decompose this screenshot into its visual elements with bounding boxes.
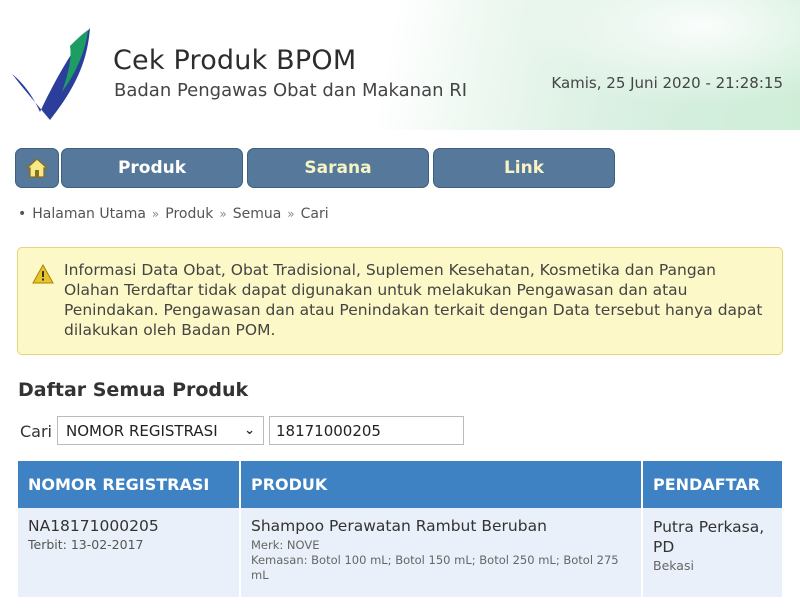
registrant-city: Bekasi <box>653 558 694 573</box>
breadcrumb-produk[interactable]: Produk <box>165 206 213 222</box>
bullet-icon: • <box>18 206 27 222</box>
breadcrumb: • Halaman Utama » Produk » Semua » Cari <box>18 206 329 222</box>
table-cell-registration: NA18171000205 Terbit: 13-02-2017 <box>18 508 241 597</box>
nav-sarana[interactable]: Sarana <box>247 148 429 188</box>
breadcrumb-home[interactable]: Halaman Utama <box>32 206 146 222</box>
chevron-down-icon: ⌄ <box>244 423 255 438</box>
section-title: Daftar Semua Produk <box>18 379 249 401</box>
issue-date: Terbit: 13-02-2017 <box>28 537 144 552</box>
table-cell-product: Shampoo Perawatan Rambut Beruban Merk: N… <box>241 508 643 597</box>
alert-message: Informasi Data Obat, Obat Tradisional, S… <box>64 261 763 339</box>
breadcrumb-separator-icon: » <box>219 207 227 221</box>
nav-link[interactable]: Link <box>433 148 615 188</box>
nav-produk[interactable]: Produk <box>61 148 243 188</box>
search-select-value: NOMOR REGISTRASI <box>66 421 218 440</box>
product-brand: Merk: NOVE <box>251 538 320 552</box>
bpom-logo-icon[interactable] <box>10 22 96 122</box>
home-button[interactable] <box>15 148 59 188</box>
warning-icon <box>32 264 54 284</box>
breadcrumb-separator-icon: » <box>287 207 295 221</box>
breadcrumb-cari: Cari <box>300 206 329 222</box>
breadcrumb-semua[interactable]: Semua <box>233 206 282 222</box>
column-header-nomor-registrasi: NOMOR REGISTRASI <box>18 461 241 508</box>
breadcrumb-separator-icon: » <box>151 207 160 221</box>
column-header-produk: PRODUK <box>241 461 643 508</box>
site-subtitle: Badan Pengawas Obat dan Makanan RI <box>114 80 468 101</box>
site-title: Cek Produk BPOM <box>113 45 357 76</box>
search-label: Cari <box>20 422 52 441</box>
product-table: NOMOR REGISTRASI PRODUK PENDAFTAR NA1817… <box>18 461 782 597</box>
current-datetime: Kamis, 25 Juni 2020 - 21:28:15 <box>551 74 783 92</box>
product-name[interactable]: Shampoo Perawatan Rambut Beruban <box>251 517 631 535</box>
home-icon <box>25 158 49 178</box>
registration-number[interactable]: NA18171000205 <box>28 517 229 535</box>
table-cell-registrant: Putra Perkasa, PD Bekasi <box>643 508 782 597</box>
product-packaging: Kemasan: Botol 100 mL; Botol 150 mL; Bot… <box>251 553 619 582</box>
search-field-select[interactable]: NOMOR REGISTRASI ⌄ <box>57 416 264 445</box>
registrant-name: Putra Perkasa, PD <box>653 518 765 556</box>
info-alert: Informasi Data Obat, Obat Tradisional, S… <box>17 247 783 355</box>
column-header-pendaftar: PENDAFTAR <box>643 461 782 508</box>
search-input[interactable]: 18171000205 <box>269 416 464 445</box>
